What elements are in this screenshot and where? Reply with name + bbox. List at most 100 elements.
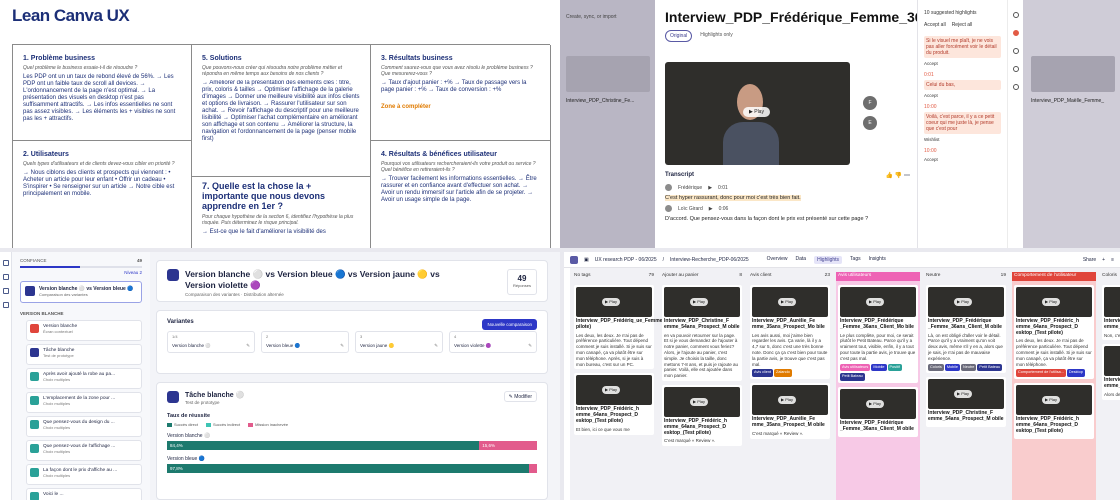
highlight-card[interactable]: ▶ Play Interview_PDP_Aurélie_Fe mme_35ans… [750,383,830,439]
tab-highlights-only[interactable]: Highlights only [696,30,737,42]
card-video[interactable]: ▶ Play [928,379,1004,410]
accept-button[interactable]: Accept [924,93,1001,98]
highlight-card[interactable]: ▶ Play Interview_PDP_Frédéric_h emme_64an… [574,373,654,435]
card-tag[interactable]: Petit Bateau [977,363,1003,372]
reject-all-button[interactable]: Reject all [952,22,973,28]
play-button[interactable]: ▶ Play [602,298,620,306]
variant-card[interactable]: 1/4 Version blanche ⚪ ✎ [167,331,255,353]
play-button[interactable]: ▶ Play [1042,298,1060,306]
suggestion-text[interactable]: Si le visuel me plaît, je ne vois pas al… [924,36,1001,58]
column-header[interactable]: Avis utilisateurs [836,272,920,281]
edit-icon[interactable]: ✎ [434,343,438,349]
column-header[interactable]: No tags 79 [572,272,656,281]
play-button[interactable]: ▶ Play [690,298,708,306]
card-tag[interactable]: Avis client [752,369,774,378]
card-video[interactable]: ▶ Play [1016,385,1092,416]
card-tag[interactable]: Coloris [928,363,944,372]
edit-icon[interactable]: ✎ [528,343,532,349]
play-button[interactable]: ▶ Play [690,397,708,406]
card-tag[interactable]: Desktop [1066,369,1085,378]
highlight-card[interactable]: ▶ PlayInterview_PDP_C emme_54ans...Alors… [1102,344,1120,400]
play-button[interactable]: ▶ Play [778,298,796,306]
highlight-card[interactable]: ▶ Play Interview_PDP_Frédéric_h emme_64an… [662,384,742,447]
highlight-card[interactable]: ▶ Play Interview_PDP_Frédéric_h emme_64an… [1014,285,1094,380]
card-tag[interactable]: Mobile [944,363,961,372]
tag-icon[interactable] [1012,84,1019,90]
card-video[interactable]: ▶ Play [840,389,916,420]
step-item[interactable]: La façon dont le prix d'affiche au ... Ch… [26,464,142,485]
suggestion-text[interactable]: Voilà, c'est parce, il y a ce petit coeu… [924,112,1001,134]
tab-original[interactable]: Original [665,30,693,42]
highlight-card[interactable]: ▶ Play Interview_PDP_Frédéric_h emme_64an… [1014,383,1094,439]
card-video[interactable]: ▶ Play [840,287,916,317]
globe-icon[interactable] [2,274,9,280]
highlight-card[interactable]: ▶ Play Interview_PDP_Frédériq_ue_Femme_64… [574,285,740,370]
highlight-card[interactable]: ▶ Play Interview_PDP_Christine_F emme_54a… [926,377,1006,427]
breadcrumb-project[interactable]: UX research PDP - 06/2025 [595,257,657,263]
card-tag[interactable]: Avis utilisateurs [840,363,871,372]
video-thumbnail[interactable] [566,56,650,92]
settings-icon[interactable] [1012,12,1019,18]
share-icon[interactable] [1012,66,1019,72]
card-video[interactable]: ▶ Play [752,287,828,317]
variant-card[interactable]: 4 Version violette 🟣 ✎ [449,331,537,353]
step-item[interactable]: Que pensez-vous de l'affichage ... Choix … [26,440,142,461]
edit-button[interactable]: ✎ Modifier [503,391,537,402]
folder-icon[interactable] [2,288,9,294]
accept-button[interactable]: Accept [924,157,1001,162]
card-video[interactable]: ▶ Play [1016,287,1092,317]
card-tag[interactable]: Neutre [961,363,977,372]
transcript-text[interactable]: C'est hyper rassurant, donc pour moi c'e… [665,194,910,202]
card-video[interactable]: ▶ Play [664,287,740,317]
filter-icon[interactable]: ≡ [1111,257,1114,263]
play-small-icon[interactable]: ▶ [708,185,712,191]
nav-tab-tags[interactable]: Tags [850,256,861,264]
card-tag[interactable]: Comportement de l'utilisa... [1016,369,1066,378]
avatar[interactable]: E [863,116,877,130]
play-button[interactable]: ▶ Play [743,107,770,117]
play-small-icon[interactable]: ▶ [709,206,713,212]
column-header[interactable]: Comportement de l'utilisateur [1012,272,1096,281]
card-tag[interactable]: Positif [887,363,902,372]
record-icon[interactable] [1012,30,1019,36]
edit-icon[interactable]: ✎ [246,343,250,349]
step-item[interactable]: Que pensez-vous du design du ... Choix mu… [26,416,142,437]
column-header[interactable]: Coloris [1100,272,1120,281]
nav-tab-overview[interactable]: Overview [767,256,788,264]
highlight-card[interactable]: ▶ Play Interview_PDP_Aurélie_Fe mme_35ans… [750,285,830,380]
highlight-card[interactable]: ▶ Play Interview_PDP_Frédérique _Femme_36… [926,285,1006,374]
step-item[interactable]: Tâche blanche Test de prototype [26,344,142,365]
step-item[interactable]: Version blanche Écran contextuel [26,320,142,341]
card-video[interactable]: ▶ Play [664,386,740,417]
nav-tab-highlights[interactable]: Highlights [814,255,843,264]
nav-tab-data[interactable]: Data [796,256,807,264]
accept-button[interactable]: Accept [924,61,1001,66]
play-button[interactable]: ▶ Play [954,390,972,399]
variant-card[interactable]: 2 Version bleue 🔵 ✎ [261,331,349,353]
new-comparison-button[interactable]: Nouvelle comparaison [482,319,537,330]
card-video[interactable]: ▶ Play [1104,346,1120,377]
wishlist-tag[interactable]: Wishlist [924,137,1001,142]
highlight-card[interactable]: ▶ Play Interview_PDP_Frédérique _Femme_36… [838,285,918,384]
edit-icon[interactable]: ✎ [340,343,344,349]
play-button[interactable]: ▶ Play [866,400,884,408]
play-button[interactable]: ▶ Play [602,386,620,395]
column-header[interactable]: Neutre 19 [924,272,1008,281]
interview-caption[interactable]: Interview_PDP_Maëlle_Femme_ [1031,98,1104,104]
play-button[interactable]: ▶ Play [778,396,796,404]
card-tag[interactable]: Mobile [871,363,887,372]
video-thumbnail[interactable] [1031,56,1115,92]
step-item[interactable]: Après avoir ajouté la robe au pa... Choix… [26,368,142,389]
home-icon[interactable] [2,260,9,266]
comparison-card[interactable]: Version blanche ⚪ vs Version bleue 🔵 Comp… [20,281,142,303]
card-tag[interactable]: Zalando [774,369,792,378]
suggestion-text[interactable]: Celui du bas, [924,80,1001,90]
share-button[interactable]: Share [1083,257,1096,263]
highlight-card[interactable]: ▶ Play Interview_PDP_Frédérique _Femme_36… [838,387,918,437]
add-icon[interactable]: + [1102,257,1105,263]
video-player[interactable]: ▶ Play [665,62,850,165]
variant-card[interactable]: 3 Version jaune 🟡 ✎ [355,331,443,353]
app-logo[interactable] [570,255,578,264]
comment-icon[interactable] [1012,48,1019,54]
play-button[interactable]: ▶ Play [866,298,884,306]
